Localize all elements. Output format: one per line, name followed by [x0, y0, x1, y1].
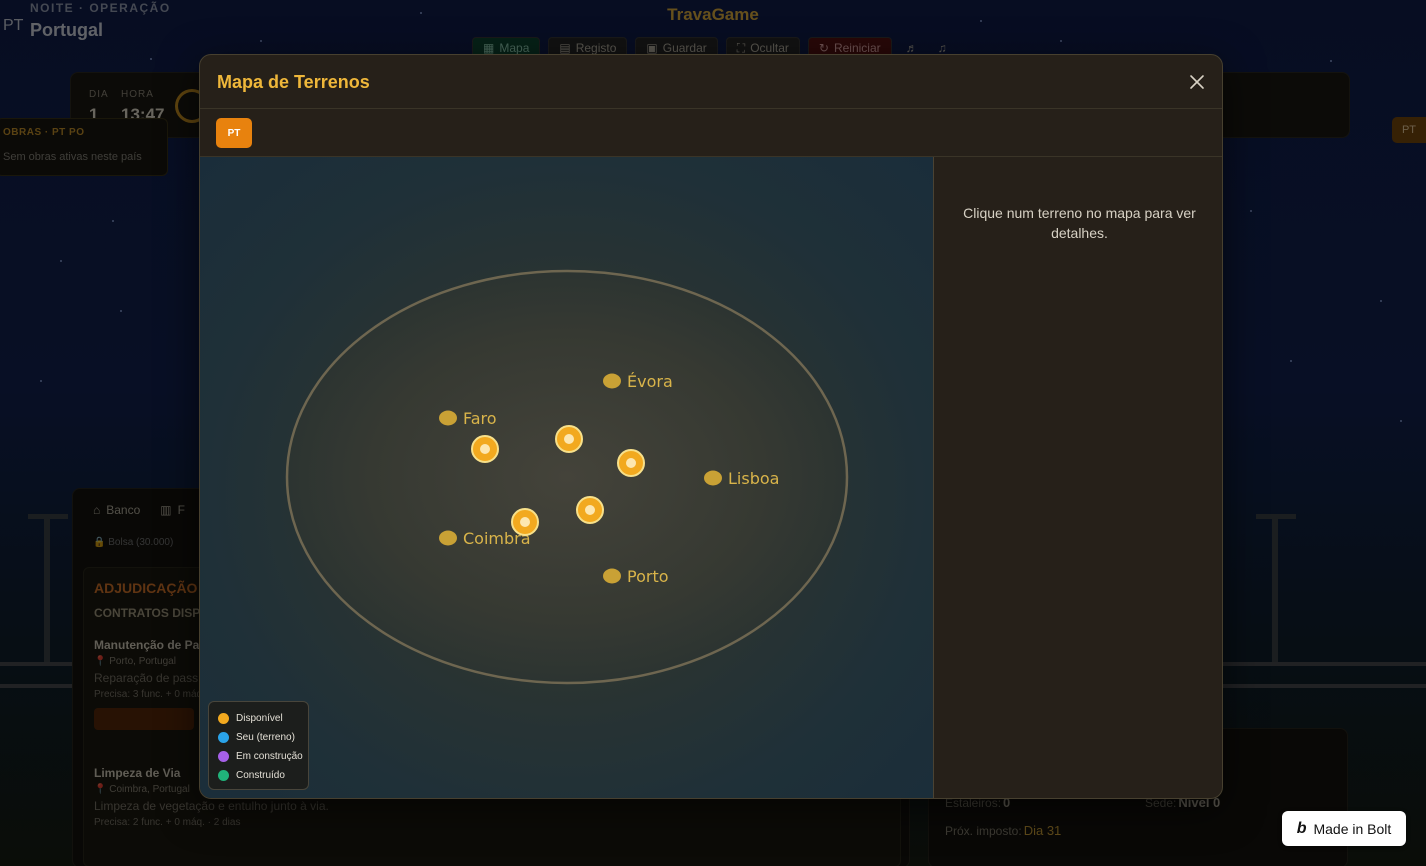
legend-item-owned: Seu (terreno) — [218, 728, 308, 747]
legend-dot — [218, 713, 229, 724]
land-plot-marker[interactable] — [555, 425, 583, 453]
modal-header: Mapa de Terrenos — [200, 55, 1222, 109]
tab-country-pt[interactable]: PT — [216, 118, 252, 148]
city-label: Lisboa — [728, 469, 779, 488]
land-plot-core — [480, 444, 490, 454]
close-button[interactable] — [1184, 69, 1210, 95]
city-label: Porto — [627, 567, 669, 586]
city-marker: Évora — [603, 372, 673, 391]
city-marker: Faro — [439, 409, 497, 428]
plot-detail-panel: Clique num terreno no mapa para ver deta… — [935, 157, 1222, 798]
city-label: Évora — [627, 372, 673, 391]
legend-dot — [218, 732, 229, 743]
land-plot-marker[interactable] — [511, 508, 539, 536]
legend-dot — [218, 751, 229, 762]
city-dot — [439, 410, 457, 426]
land-plot-marker[interactable] — [617, 449, 645, 477]
city-dot — [603, 568, 621, 584]
land-plot-core — [564, 434, 574, 444]
land-plot-core — [626, 458, 636, 468]
land-plot-core — [520, 517, 530, 527]
city-dot — [704, 470, 722, 486]
city-dot — [603, 373, 621, 389]
legend-item-building: Em construção — [218, 747, 308, 766]
modal-title: Mapa de Terrenos — [217, 72, 370, 92]
land-map: Évora Faro Lisboa Coimbra Porto Disponível S… — [200, 157, 934, 798]
legend-item-built: Construído — [218, 766, 308, 785]
land-plot-core — [585, 505, 595, 515]
land-map-canvas: ÉvoraFaroLisboaCoimbraPorto — [285, 269, 849, 685]
city-marker: Porto — [603, 567, 669, 586]
country-selector: PT — [200, 109, 1222, 157]
bolt-logo-icon: b — [1296, 819, 1307, 837]
city-marker: Lisboa — [704, 469, 779, 488]
legend-dot — [218, 770, 229, 781]
land-map-modal: Mapa de Terrenos PT Évora Faro Lisboa Coimb… — [199, 54, 1223, 799]
city-dot — [439, 530, 457, 546]
land-plot-marker[interactable] — [576, 496, 604, 524]
city-label: Faro — [463, 409, 497, 428]
legend-item-available: Disponível — [218, 709, 308, 728]
made-in-bolt-badge[interactable]: b Made in Bolt — [1282, 811, 1406, 846]
map-legend: Disponível Seu (terreno) Em construção C… — [208, 701, 309, 790]
bolt-badge-label: Made in Bolt — [1313, 820, 1392, 837]
close-icon — [1190, 75, 1204, 89]
land-plot-marker[interactable] — [471, 435, 499, 463]
detail-hint: Clique num terreno no mapa para ver deta… — [963, 205, 1196, 241]
